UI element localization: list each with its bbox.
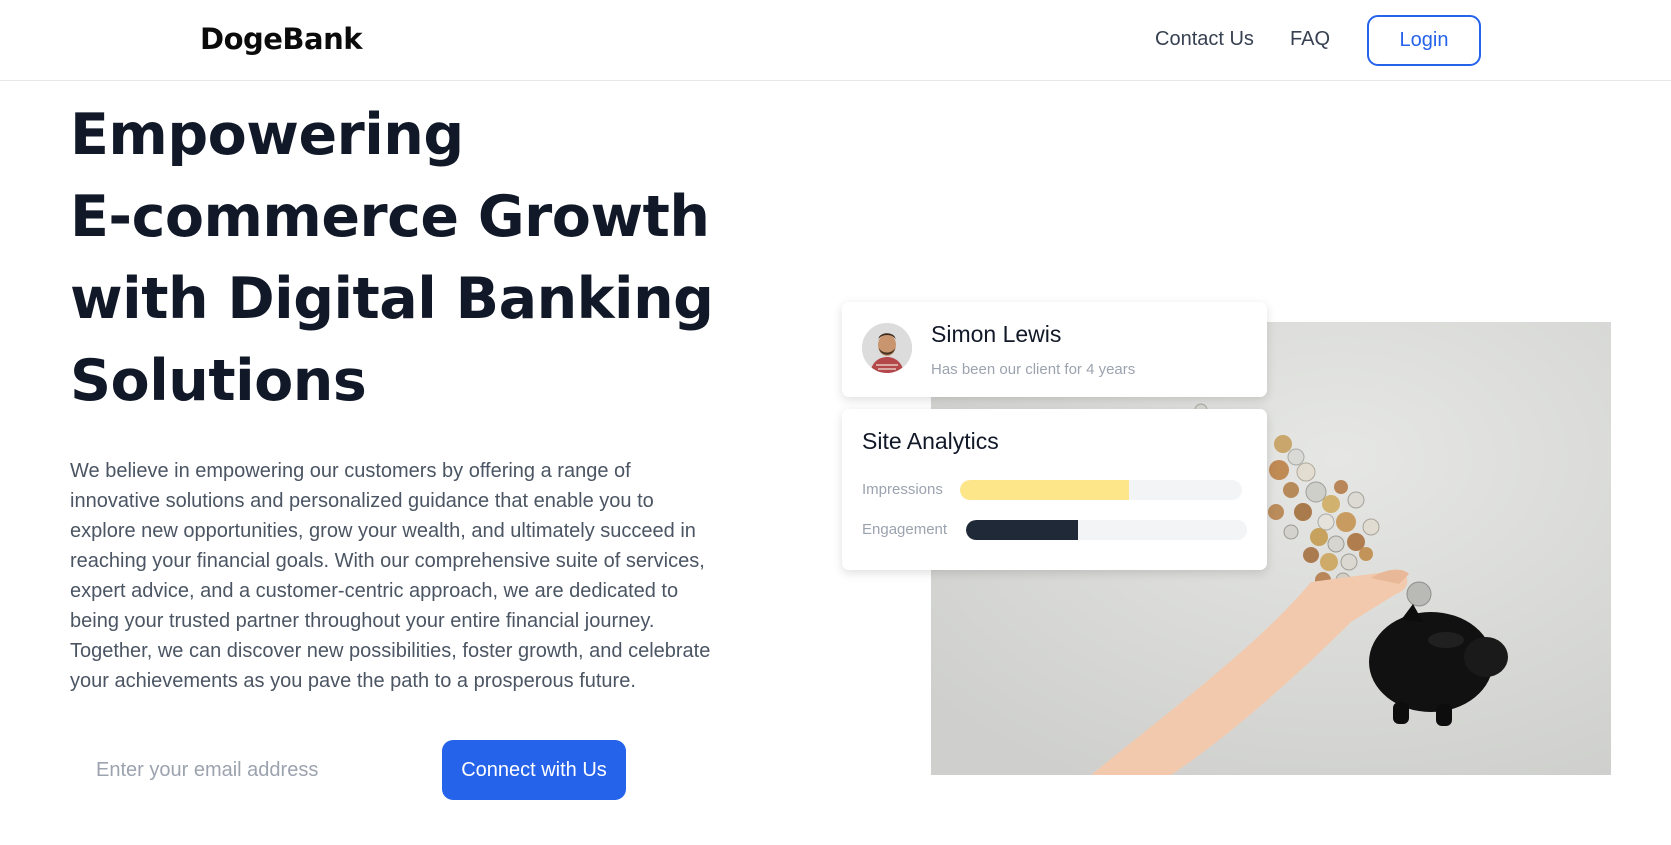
nav-link-faq[interactable]: FAQ [1290, 28, 1330, 51]
impressions-bar-fill [960, 480, 1130, 500]
hero-title: Empowering E-commerce Growth with Digita… [70, 94, 770, 422]
analytics-title: Site Analytics [862, 428, 999, 454]
login-button[interactable]: Login [1367, 15, 1481, 66]
connect-with-us-button[interactable]: Connect with Us [442, 740, 626, 800]
hero-title-line: E-commerce Growth [70, 184, 710, 250]
site-analytics-card: Site Analytics Impressions Engagement [842, 409, 1267, 570]
hero-title-line: Solutions [70, 348, 367, 414]
client-name: Simon Lewis [931, 321, 1062, 347]
impressions-bar [960, 480, 1242, 500]
person-avatar-icon [862, 323, 912, 373]
hero-title-line: Empowering [70, 102, 464, 168]
engagement-bar-fill [966, 520, 1079, 540]
engagement-label: Engagement [862, 521, 948, 538]
hero-description: We believe in empowering our customers b… [70, 460, 711, 692]
client-tenure: Has been our client for 4 years [931, 361, 1136, 378]
engagement-bar [966, 520, 1247, 540]
avatar [862, 323, 912, 373]
impressions-label: Impressions [862, 481, 943, 498]
nav-link-contact-us[interactable]: Contact Us [1155, 28, 1254, 51]
brand-logo[interactable]: DogeBank [200, 22, 363, 56]
client-testimonial-card: Simon Lewis Has been our client for 4 ye… [842, 302, 1267, 397]
email-input[interactable] [70, 740, 425, 800]
hero-title-line: with Digital Banking [70, 266, 714, 332]
top-navbar: DogeBank Contact Us FAQ Login [0, 0, 1671, 81]
